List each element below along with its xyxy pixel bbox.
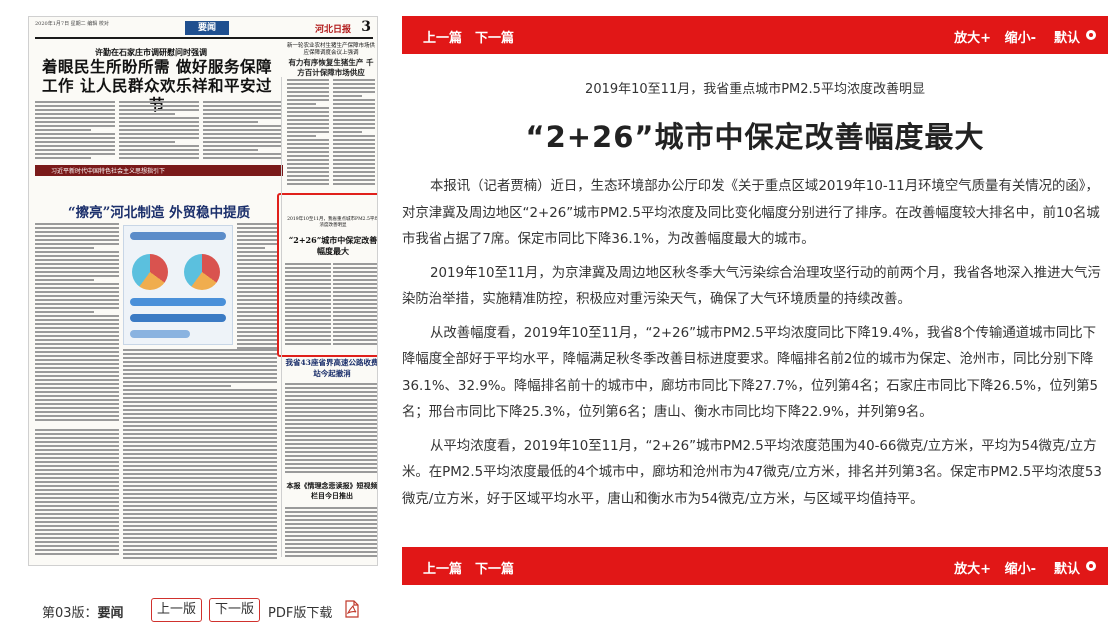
article-paragraph: 2019年10至11月，为京津冀及周边地区秋冬季大气污染综合治理攻坚行动的前两个… (402, 265, 1101, 308)
text-column (285, 507, 377, 559)
text-column (333, 263, 377, 349)
next-edition-button[interactable]: 下一版 (209, 598, 261, 622)
side-kicker: 新一轮农业农村生猪生产保障市场供应保障调度会议上强调 (287, 43, 376, 56)
default-size-link[interactable]: 默认 (1054, 558, 1080, 577)
article-paragraph: 从改善幅度看，2019年10至11月，“2+26”城市PM2.5平均浓度同比下降… (402, 325, 1099, 421)
text-column (203, 101, 281, 161)
text-column (285, 263, 331, 349)
default-size-link[interactable]: 默认 (1054, 27, 1080, 46)
newspaper-page-image[interactable]: 2020年1月7日 星期二 编辑 校对 要闻 河北日报 3 许勤在石家庄市调研慰… (28, 16, 378, 566)
zoom-out-link[interactable]: 缩小- (1005, 27, 1036, 46)
text-column (237, 223, 277, 353)
page-root: 2020年1月7日 星期二 编辑 校对 要闻 河北日报 3 许勤在石家庄市调研慰… (0, 0, 1118, 632)
text-column (333, 79, 375, 187)
text-column (35, 223, 119, 423)
section-headline[interactable]: “擦亮”河北制造 外贸稳中提质 (39, 201, 279, 221)
paper-masthead: 河北日报 (314, 25, 351, 35)
edition-name: 要闻 (97, 606, 124, 621)
edition-prefix: 第03版： (42, 606, 98, 621)
page-date: 2020年1月7日 星期二 编辑 校对 (35, 21, 109, 27)
pdf-download-link[interactable]: PDF版下载 (268, 602, 332, 621)
radio-dot-icon[interactable] (1086, 30, 1096, 40)
article-toolbar-top: 上一篇 下一篇 放大+ 缩小- 默认 (402, 16, 1108, 54)
article-toolbar-bottom: 上一篇 下一篇 放大+ 缩小- 默认 (402, 547, 1108, 585)
infographic-pie (132, 254, 168, 290)
article-subtitle: 2019年10至11月，我省重点城市PM2.5平均浓度改善明显 (585, 82, 925, 97)
infographic (123, 225, 233, 345)
text-column (35, 101, 115, 161)
article-paragraph: 本报讯（记者贾楠）近日，生态环境部办公厅印发《关于重点区域2019年10-11月… (402, 179, 1100, 247)
text-column (287, 79, 329, 187)
page-number: 3 (361, 19, 371, 35)
zoom-in-link[interactable]: 放大+ (954, 558, 991, 577)
zoom-in-link[interactable]: 放大+ (954, 27, 991, 46)
prev-article-link[interactable]: 上一篇 (423, 27, 462, 46)
next-article-link[interactable]: 下一篇 (475, 27, 514, 46)
prev-edition-button[interactable]: 上一版 (151, 598, 203, 622)
bottom-headline[interactable]: 本报《情理念悲读报》短视频栏目今日推出 (285, 481, 378, 501)
boxed-kicker: 2019年10至11月，我省重点城市PM2.5平均浓度改善明显 (287, 217, 378, 228)
text-column (123, 349, 277, 559)
article-title: “2+26”城市中保定改善幅度最大 (525, 120, 985, 154)
article-paragraph: 从平均浓度看，2019年10至11月，“2+26”城市PM2.5平均浓度范围为4… (402, 438, 1102, 507)
page-section-label: 要闻 (185, 21, 229, 35)
side-headline[interactable]: 有力有序恢复生猪生产 千方百计保障市场供应 (287, 58, 375, 78)
next-article-link[interactable]: 下一篇 (475, 558, 514, 577)
pdf-icon[interactable] (344, 600, 360, 618)
infographic-bar (130, 298, 226, 306)
radio-dot-icon[interactable] (1086, 561, 1096, 571)
theme-banner: 习近平新时代中国特色社会主义思想指引下 (35, 165, 283, 176)
text-column (285, 383, 377, 477)
edition-nav: 第03版：要闻 上一版 下一版 PDF版下载 (28, 588, 378, 632)
article-body: 本报讯（记者贾楠）近日，生态环境部办公厅印发《关于重点区域2019年10-11月… (402, 174, 1108, 520)
infographic-bar (130, 330, 190, 338)
text-column (119, 101, 199, 161)
newspaper-page: 2020年1月7日 星期二 编辑 校对 要闻 河北日报 3 许勤在石家庄市调研慰… (29, 17, 378, 565)
theme-banner-text: 习近平新时代中国特色社会主义思想指引下 (51, 168, 166, 175)
lower-headline[interactable]: 我省43座省界高速公路收费站今起撤消 (285, 357, 377, 379)
edition-label: 第03版：要闻 (42, 602, 124, 621)
infographic-bar (130, 314, 226, 322)
column-divider (281, 77, 282, 557)
text-column (35, 429, 119, 559)
zoom-out-link[interactable]: 缩小- (1005, 558, 1036, 577)
infographic-bar (130, 232, 226, 240)
prev-article-link[interactable]: 上一篇 (423, 558, 462, 577)
page-header: 2020年1月7日 星期二 编辑 校对 要闻 河北日报 3 (35, 19, 373, 39)
infographic-pie (184, 254, 220, 290)
boxed-headline[interactable]: “2+26”城市中保定改善幅度最大 (285, 235, 377, 257)
